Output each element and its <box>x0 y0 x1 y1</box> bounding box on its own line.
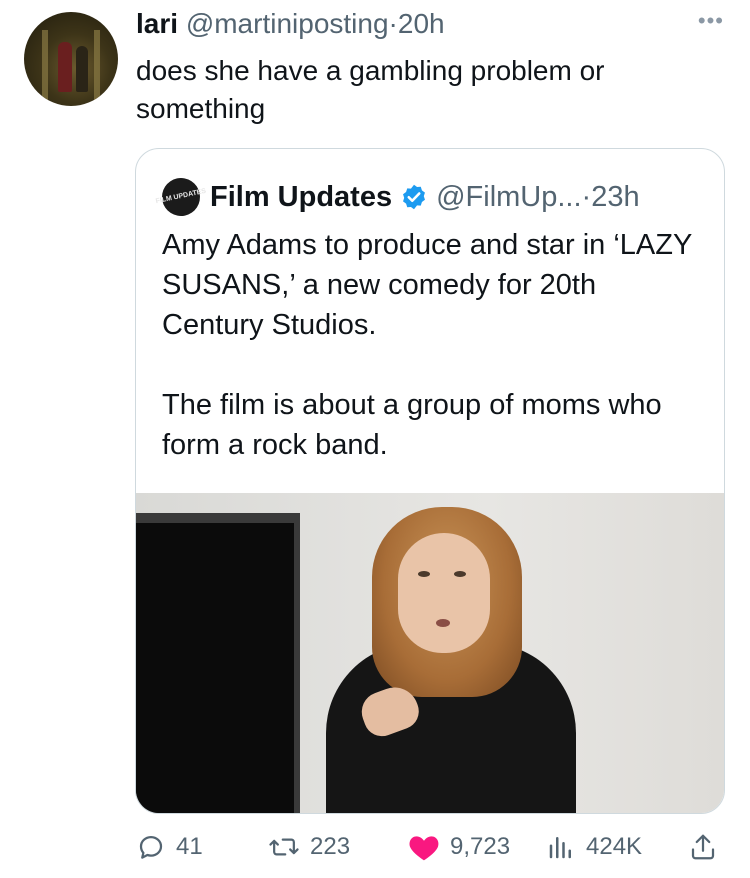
tweet-text: does she have a gambling problem or some… <box>136 55 605 124</box>
quoted-paragraph-2: The film is about a group of moms who fo… <box>162 389 662 461</box>
quoted-author-handle[interactable]: @FilmUp... <box>436 181 581 214</box>
tweet-header: lari @martiniposting·20h <box>136 6 445 42</box>
author-avatar[interactable] <box>24 12 118 106</box>
author-name[interactable]: lari <box>136 8 178 39</box>
separator-dot: · <box>388 8 398 39</box>
quoted-author-name[interactable]: Film Updates <box>210 181 392 214</box>
like-count: 9,723 <box>450 833 511 860</box>
views-button[interactable]: 424K <box>546 832 642 862</box>
repost-button[interactable]: 223 <box>268 832 350 862</box>
repost-icon <box>268 832 300 862</box>
reply-icon <box>136 832 166 862</box>
share-icon <box>688 832 718 862</box>
quoted-tweet-card[interactable]: FILM UPDATES Film Updates @FilmUp... · 23h… <box>135 148 725 814</box>
reply-count: 41 <box>176 833 203 860</box>
share-button[interactable] <box>688 832 718 862</box>
reply-button[interactable]: 41 <box>136 832 203 862</box>
verified-badge-icon <box>400 183 428 211</box>
author-handle[interactable]: @martiniposting <box>186 8 389 39</box>
view-count: 424K <box>586 833 643 860</box>
quoted-tweet-text: Amy Adams to produce and star in ‘LAZY S… <box>162 225 702 465</box>
tweet-time[interactable]: 20h <box>398 8 445 39</box>
quoted-tweet-header: FILM UPDATES Film Updates @FilmUp... · 23h <box>155 174 640 220</box>
quoted-tweet-time[interactable]: 23h <box>591 181 639 214</box>
views-chart-icon <box>546 832 576 862</box>
tweet-action-bar: 41 223 9,723 424K <box>136 832 726 872</box>
heart-icon <box>408 832 440 862</box>
repost-count: 223 <box>310 833 351 860</box>
quoted-paragraph-1: Amy Adams to produce and star in ‘LAZY S… <box>162 229 692 341</box>
quoted-author-avatar[interactable]: FILM UPDATES <box>155 174 207 220</box>
quoted-tweet-photo[interactable] <box>136 493 724 813</box>
more-icon[interactable]: ••• <box>698 8 724 34</box>
quoted-separator-dot: · <box>581 180 592 213</box>
like-button[interactable]: 9,723 <box>408 832 510 862</box>
